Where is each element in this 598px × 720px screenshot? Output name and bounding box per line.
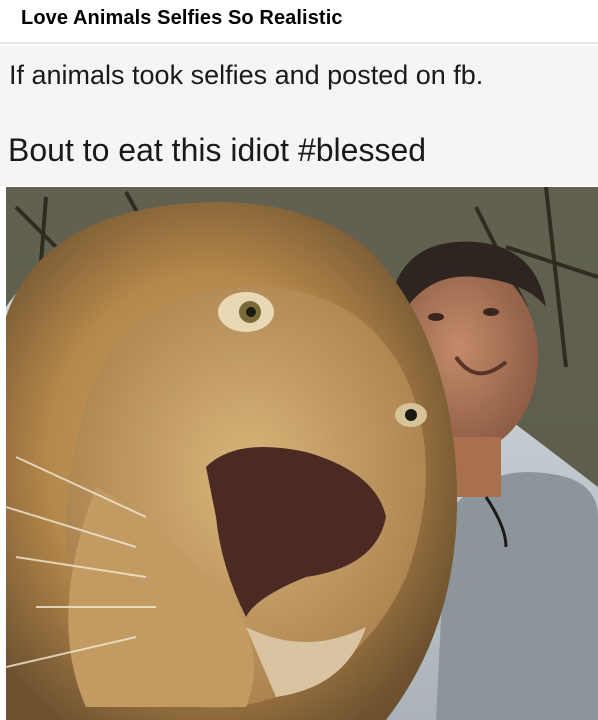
- man-eye-right: [483, 308, 499, 316]
- man-shirt: [436, 472, 598, 720]
- lion-pupil-right: [405, 409, 417, 421]
- page-header: Love Animals Selfies So Realistic: [0, 0, 598, 44]
- lion-pupil-left: [246, 307, 256, 317]
- page-title: Love Animals Selfies So Realistic: [21, 7, 343, 29]
- man-neck: [451, 437, 501, 497]
- post-caption: If animals took selfies and posted on fb…: [0, 46, 598, 186]
- caption-line-2: Bout to eat this idiot #blessed: [8, 132, 427, 168]
- lion-selfie-illustration: [6, 187, 598, 720]
- caption-line-1: If animals took selfies and posted on fb…: [9, 60, 484, 90]
- meme-page: Love Animals Selfies So Realistic If ani…: [0, 0, 598, 720]
- man-eye-left: [428, 313, 444, 321]
- selfie-photo: [6, 187, 598, 720]
